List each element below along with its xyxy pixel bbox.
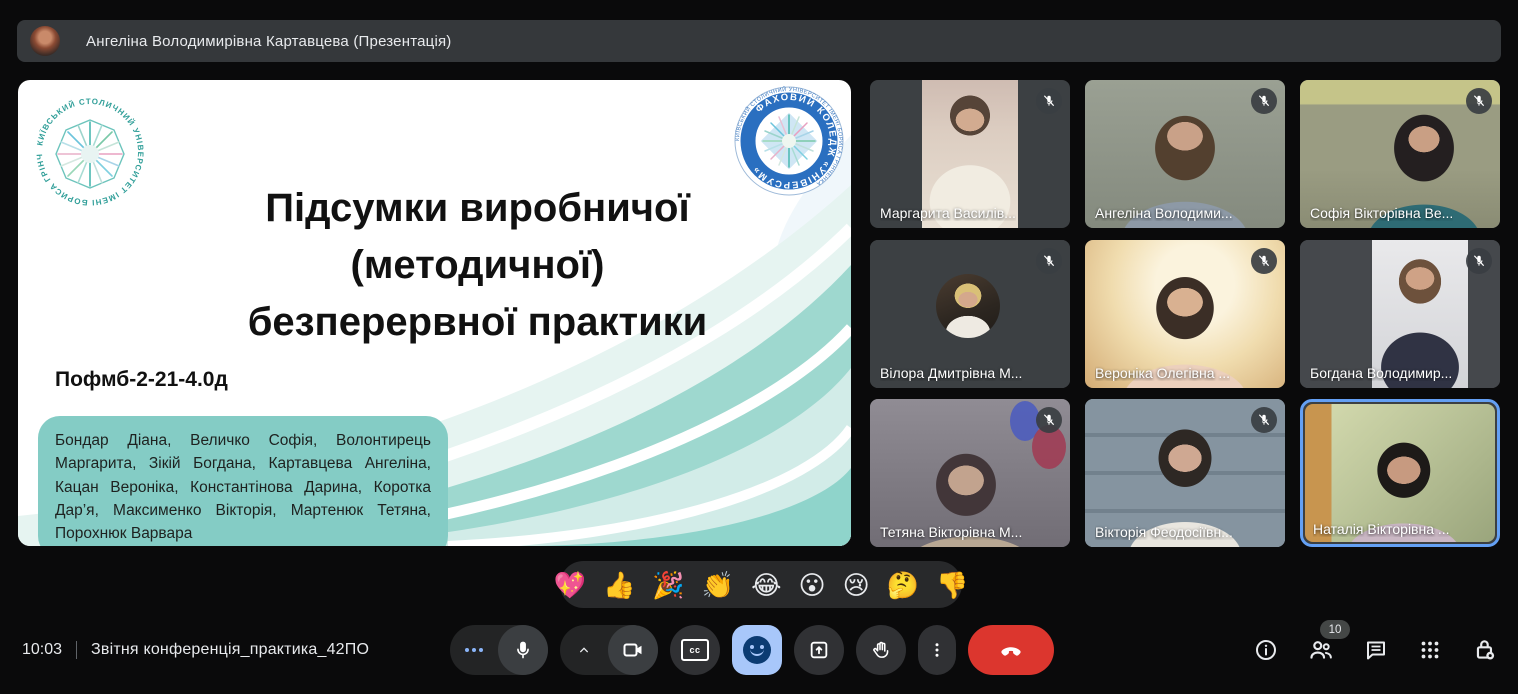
- raise-hand-button[interactable]: [856, 625, 906, 675]
- chat-icon: [1367, 641, 1385, 660]
- end-call-button[interactable]: [968, 625, 1054, 675]
- presenter-name: Ангеліна Володимирівна Картавцева (Презе…: [86, 32, 452, 50]
- mic-muted-icon: [1251, 88, 1277, 114]
- participant-tile[interactable]: Тетяна Вікторівна М...: [870, 399, 1070, 547]
- info-button[interactable]: [1254, 638, 1278, 662]
- hand-icon: [873, 641, 889, 658]
- participant-tile[interactable]: Богдана Володимир...: [1300, 240, 1500, 388]
- reaction-heart[interactable]: 💖: [554, 572, 586, 598]
- mic-muted-icon: [1036, 407, 1062, 433]
- mic-muted-icon: [1466, 88, 1492, 114]
- chevron-up-icon[interactable]: [560, 642, 608, 658]
- participant-tile[interactable]: Ангеліна Володими...: [1085, 80, 1285, 228]
- lock-icon: [1476, 640, 1495, 660]
- more-options-button[interactable]: [918, 625, 956, 675]
- info-icon: [1256, 640, 1276, 660]
- captions-icon: cc: [681, 639, 709, 661]
- mic-muted-icon: [1251, 248, 1277, 274]
- mic-button[interactable]: [450, 625, 548, 675]
- participant-tile[interactable]: Маргарита Василів...: [870, 80, 1070, 228]
- participant-tile[interactable]: Вероніка Олегівна ...: [1085, 240, 1285, 388]
- reactions-bar: 💖 👍 🎉 👏 😂 😮 😢 🤔 👎: [554, 561, 968, 608]
- participant-name: Вікторія Феодосіївн...: [1095, 524, 1233, 540]
- reaction-laugh[interactable]: 😂: [751, 572, 781, 598]
- presenter-avatar: [30, 26, 60, 56]
- reaction-surprised[interactable]: 😮: [798, 572, 825, 598]
- slide-group-code: Пофмб-2-21-4.0д: [55, 368, 228, 391]
- presentation-slide[interactable]: КИЇВСЬКИЙ СТОЛИЧНИЙ УНІВЕРСИТЕТ ІМЕНІ БО…: [18, 80, 851, 546]
- participant-name: Богдана Володимир...: [1310, 365, 1453, 381]
- reaction-thumbs-down[interactable]: 👎: [936, 572, 968, 598]
- participant-name: Тетяна Вікторівна М...: [880, 524, 1023, 540]
- meeting-panels: 10: [1254, 620, 1498, 674]
- reactions-toggle-button[interactable]: [732, 625, 782, 675]
- end-call-icon: [1001, 647, 1021, 656]
- chat-button[interactable]: [1364, 638, 1388, 662]
- mic-muted-icon: [1036, 88, 1062, 114]
- reaction-clap[interactable]: 👏: [702, 572, 734, 598]
- participant-name: Вілора Дмитрівна М...: [880, 365, 1023, 381]
- participant-name: Маргарита Василів...: [880, 205, 1016, 221]
- more-vertical-icon: [935, 643, 939, 657]
- people-icon: [1310, 641, 1332, 659]
- meeting-info: 10:03 Звітня конференція_практика_42ПО: [22, 626, 369, 674]
- mic-muted-icon: [1036, 248, 1062, 274]
- divider: [76, 641, 78, 659]
- participant-name: Вероніка Олегівна ...: [1095, 365, 1231, 381]
- presenter-bar[interactable]: Ангеліна Володимирівна Картавцева (Презе…: [17, 20, 1501, 62]
- participants-count-badge: 10: [1320, 620, 1350, 639]
- captions-button[interactable]: cc: [670, 625, 720, 675]
- participant-tile[interactable]: Вікторія Феодосіївн...: [1085, 399, 1285, 547]
- slide-title: Підсумки виробничої (методичної) безпере…: [247, 186, 708, 344]
- slide-students-list: Бондар Діана, Величко Софія, Волонтирець…: [38, 416, 448, 546]
- camera-button[interactable]: [560, 625, 658, 675]
- present-button[interactable]: [794, 625, 844, 675]
- participant-tile-active-speaker[interactable]: Наталія Вікторівна ...: [1300, 399, 1500, 547]
- reaction-cry[interactable]: 😢: [843, 572, 870, 598]
- camera-icon[interactable]: [608, 625, 658, 675]
- present-icon: [810, 641, 828, 659]
- activities-button[interactable]: [1418, 638, 1442, 662]
- reaction-thinking[interactable]: 🤔: [887, 572, 919, 598]
- mic-icon[interactable]: [498, 625, 548, 675]
- participant-name: Ангеліна Володими...: [1095, 205, 1233, 221]
- participant-avatar: [936, 274, 1000, 338]
- meeting-name: Звітня конференція_практика_42ПО: [91, 641, 370, 658]
- smiley-icon: [743, 636, 771, 664]
- mic-muted-icon: [1251, 407, 1277, 433]
- participant-tile[interactable]: Вілора Дмитрівна М...: [870, 240, 1070, 388]
- host-controls-button[interactable]: [1472, 637, 1498, 663]
- reaction-thumbs-up[interactable]: 👍: [603, 572, 635, 598]
- reaction-party[interactable]: 🎉: [652, 572, 684, 598]
- participant-tile[interactable]: Софія Вікторівна Ве...: [1300, 80, 1500, 228]
- grid-icon: [1421, 641, 1439, 659]
- clock-time: 10:03: [22, 641, 63, 658]
- audio-activity-icon[interactable]: [450, 648, 498, 652]
- participant-name: Наталія Вікторівна ...: [1313, 521, 1450, 537]
- mic-muted-icon: [1466, 248, 1492, 274]
- participant-name: Софія Вікторівна Ве...: [1310, 205, 1454, 221]
- call-controls: cc: [450, 625, 1054, 675]
- participants-button[interactable]: 10: [1308, 620, 1350, 663]
